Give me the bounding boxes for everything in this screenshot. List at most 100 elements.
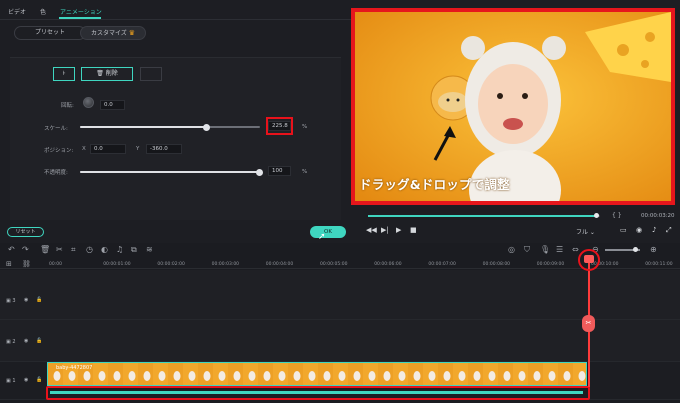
- quality-select[interactable]: フル ⌄: [576, 227, 595, 236]
- ruler-tick-label: 00:00: [49, 262, 62, 267]
- track-3-label: 3: [12, 298, 16, 304]
- ruler-tick-label: 00:00:09:00: [536, 262, 565, 267]
- split-marker-icon[interactable]: ✂: [582, 315, 595, 332]
- preset-label: プリセット: [34, 29, 65, 36]
- audio-icon[interactable]: ♫: [116, 245, 123, 254]
- lock-icon[interactable]: 🔓: [36, 297, 42, 303]
- delete-keyframe-button[interactable]: 🗑 削除: [81, 67, 133, 81]
- opacity-slider-knob[interactable]: [256, 169, 263, 176]
- opacity-unit: %: [302, 169, 308, 175]
- playback-progress-knob[interactable]: [594, 213, 599, 218]
- ruler-tick-label: 00:00:07:00: [428, 262, 456, 267]
- ok-button[interactable]: OK: [310, 226, 346, 238]
- keyframe-icon: ⊦: [62, 70, 66, 77]
- rotate-input[interactable]: 0.0: [100, 100, 125, 110]
- ruler-tick-label: 00:00:01:00: [103, 262, 131, 267]
- marker-icon[interactable]: ⛉: [524, 245, 530, 255]
- position-label: ポジション:: [44, 148, 74, 154]
- track-2-head[interactable]: ▣ 2: [6, 339, 16, 345]
- customize-segment-button[interactable]: カスタマイズ ♛: [80, 26, 146, 40]
- baby-photo-illustration: [355, 12, 671, 201]
- zoom-in-icon[interactable]: ⊕: [650, 245, 657, 254]
- crown-icon: ♛: [128, 29, 136, 37]
- scale-slider-knob[interactable]: [203, 124, 210, 131]
- ruler-tick-label: 00:00:08:00: [482, 262, 511, 267]
- scale-label: スケール:: [44, 126, 68, 132]
- clip-thumbnails: [48, 363, 586, 385]
- ruler-tick-label: 00:00:02:00: [157, 262, 185, 267]
- track-1-head[interactable]: ▣ 1: [6, 378, 16, 384]
- clip-label: baby-4472807: [56, 365, 93, 371]
- audio-stretch-icon[interactable]: ⇔: [572, 245, 579, 254]
- eye-icon[interactable]: ◉: [24, 338, 28, 344]
- monitor-icon[interactable]: ▭: [620, 226, 627, 234]
- ruler-tick-label: 00:00:06:00: [374, 262, 402, 267]
- animation-controls-box: [10, 57, 341, 220]
- step-back-icon[interactable]: ◀◀: [366, 226, 377, 234]
- customize-label: カスタマイズ: [90, 30, 127, 37]
- mixer-icon[interactable]: ☰: [556, 245, 563, 254]
- snapshot-icon[interactable]: ◉: [636, 226, 642, 234]
- track-3-head[interactable]: ▣ 3: [6, 298, 16, 304]
- tab-animation[interactable]: アニメーション: [60, 7, 102, 16]
- opacity-label: 不透明度:: [44, 170, 68, 176]
- fullscreen-icon[interactable]: ⤢: [666, 226, 672, 235]
- lock-icon[interactable]: 🔓: [36, 338, 42, 344]
- color-icon[interactable]: ◐: [101, 245, 108, 254]
- redo-icon[interactable]: ↷: [22, 245, 29, 254]
- trash-icon: 🗑: [96, 70, 104, 77]
- track-2-label: 2: [12, 339, 16, 345]
- ruler-tick-label: 00:00:04:00: [265, 262, 294, 267]
- mark-in-out-icon[interactable]: { }: [612, 212, 622, 219]
- scale-unit: %: [302, 124, 308, 130]
- track-1-label: 1: [12, 378, 16, 384]
- keyframe-button[interactable]: ⊦: [53, 67, 75, 81]
- stop-icon[interactable]: ■: [410, 226, 417, 234]
- playhead-highlight-ring: [578, 249, 600, 271]
- clip-audio-bar: [50, 391, 583, 394]
- opacity-slider-fill: [80, 171, 257, 173]
- video-clip[interactable]: [47, 362, 587, 386]
- tab-divider: [0, 19, 351, 20]
- lock-icon[interactable]: 🔓: [36, 377, 42, 383]
- scale-slider-fill: [80, 126, 206, 128]
- preset-segment-button[interactable]: プリセット: [14, 26, 86, 40]
- step-frame-icon[interactable]: ▶|: [381, 226, 389, 234]
- timecode: 00:00:03:20: [641, 213, 675, 219]
- y-label: Y: [136, 146, 140, 152]
- cut-icon[interactable]: ✂: [56, 245, 63, 254]
- tab-video[interactable]: ビデオ: [8, 7, 26, 16]
- link-icon[interactable]: ⛓: [22, 260, 31, 268]
- volume-icon[interactable]: ♪: [652, 226, 656, 234]
- quality-label: フル: [576, 229, 589, 236]
- opacity-input[interactable]: 100: [268, 166, 291, 176]
- cursor-icon: ➚: [318, 232, 326, 242]
- ruler-tick-label: 00:00:11:00: [645, 262, 673, 267]
- rotate-dial[interactable]: [83, 97, 94, 108]
- eye-icon[interactable]: ◉: [24, 297, 28, 303]
- delete-icon[interactable]: 🗑: [40, 245, 50, 254]
- track-2: [0, 320, 680, 362]
- next-keyframe-button[interactable]: [140, 67, 162, 81]
- ruler-tick-label: 00:00:05:00: [320, 262, 348, 267]
- eye-icon[interactable]: ◉: [24, 377, 28, 383]
- x-label: X: [82, 146, 86, 152]
- undo-icon[interactable]: ↶: [8, 245, 15, 254]
- playback-progress-fill: [368, 215, 596, 217]
- scale-highlight-box: [266, 117, 293, 135]
- reset-button[interactable]: リセット: [7, 227, 44, 237]
- tab-color[interactable]: 色: [40, 7, 46, 16]
- split-icon[interactable]: ⧉: [131, 245, 137, 255]
- adjust-icon[interactable]: ≋: [146, 245, 153, 254]
- ruler-tick-label: 00:00:03:00: [211, 262, 240, 267]
- crop-icon[interactable]: ⌗: [71, 245, 76, 255]
- position-x-input[interactable]: 0.0: [90, 144, 126, 154]
- zoom-slider-knob[interactable]: [633, 247, 638, 252]
- play-icon[interactable]: ▶: [396, 226, 401, 234]
- position-y-input[interactable]: -360.0: [146, 144, 182, 154]
- add-track-icon[interactable]: ⊞: [6, 260, 12, 268]
- speed-icon[interactable]: ◷: [86, 245, 93, 254]
- mic-icon[interactable]: 🎙: [540, 245, 550, 254]
- render-icon[interactable]: ◎: [508, 245, 515, 254]
- preview-caption: ドラッグ&ドロップで調整: [359, 177, 510, 192]
